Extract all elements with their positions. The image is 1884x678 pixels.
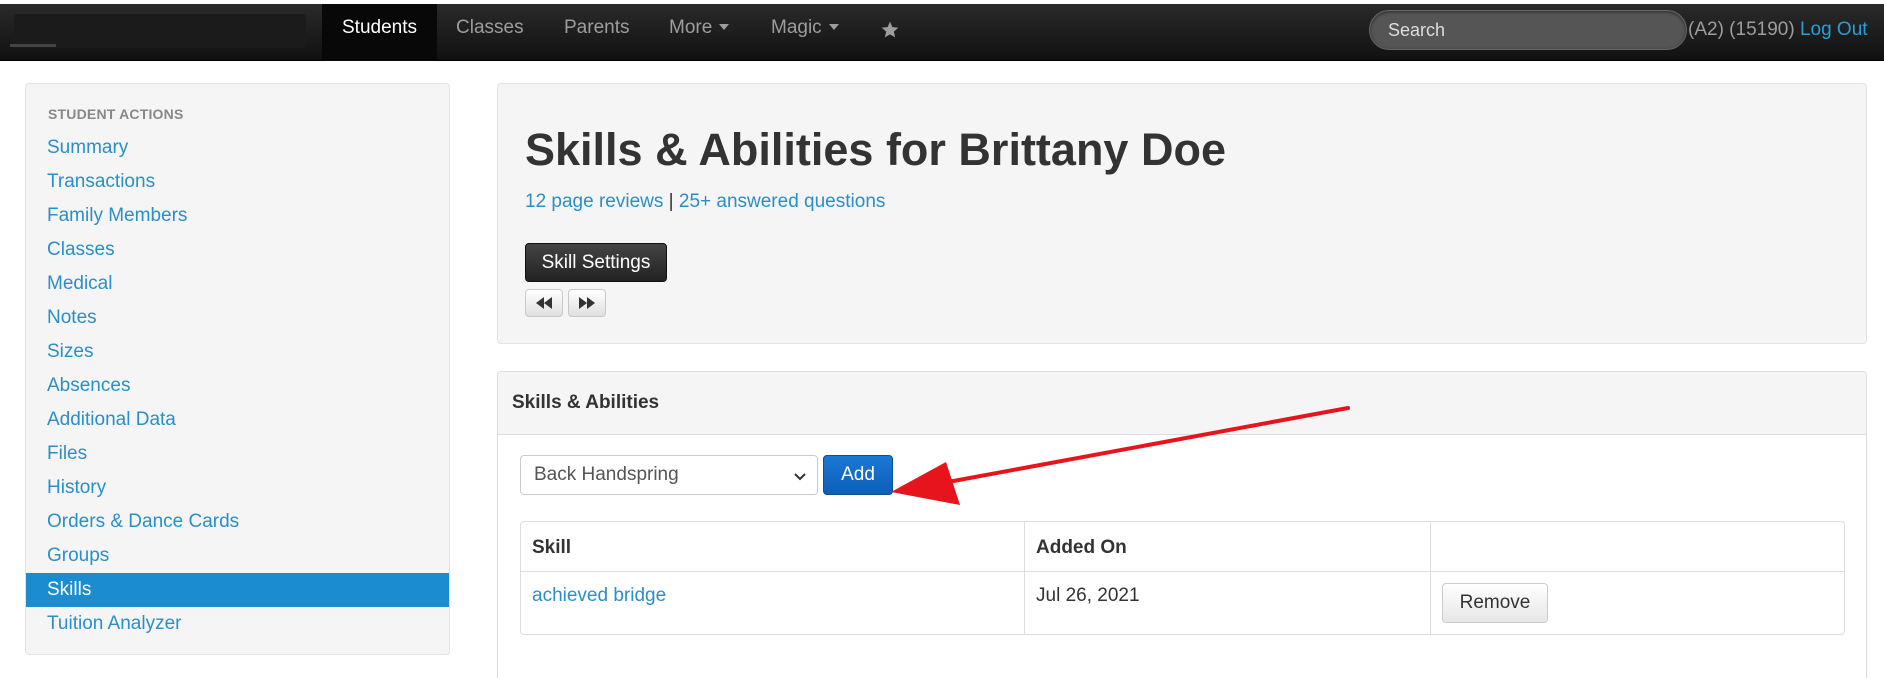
- previous-button[interactable]: [525, 289, 563, 317]
- added-on-date: Jul 26, 2021: [1036, 585, 1140, 606]
- sidebar-item-groups[interactable]: Groups: [26, 539, 449, 573]
- sidebar-item-history[interactable]: History: [26, 471, 449, 505]
- column-divider: [1430, 522, 1431, 634]
- nav-more-dropdown[interactable]: More: [649, 4, 749, 61]
- caret-down-icon: [719, 24, 730, 30]
- row-divider: [521, 571, 1844, 572]
- forward-icon: [579, 297, 595, 309]
- skill-select[interactable]: Back Handspring: [520, 455, 818, 495]
- student-actions-sidebar: STUDENT ACTIONS Summary Transactions Fam…: [25, 83, 450, 655]
- review-links: 12 page reviews | 25+ answered questions: [525, 191, 885, 213]
- page-header-well: Skills & Abilities for Brittany Doe 12 p…: [497, 83, 1867, 344]
- sidebar-item-tuition-analyzer[interactable]: Tuition Analyzer: [26, 607, 449, 641]
- sidebar-item-skills[interactable]: Skills: [26, 573, 449, 607]
- nav-parents[interactable]: Parents: [544, 4, 649, 61]
- skills-panel: Skills & Abilities Back Handspring Add S…: [497, 371, 1867, 678]
- sidebar-item-transactions[interactable]: Transactions: [26, 165, 449, 199]
- nav-magic-dropdown[interactable]: Magic: [751, 4, 859, 61]
- link-separator: |: [663, 191, 679, 212]
- next-button[interactable]: [568, 289, 606, 317]
- nav-students[interactable]: Students: [322, 4, 437, 61]
- sidebar-item-absences[interactable]: Absences: [26, 369, 449, 403]
- column-header-skill: Skill: [532, 537, 572, 558]
- star-icon[interactable]: [876, 4, 904, 56]
- chevron-down-icon: [794, 473, 806, 481]
- caret-down-icon: [828, 24, 839, 30]
- skills-table: Skill Added On achieved bridge Jul 26, 2…: [520, 521, 1845, 635]
- sidebar-item-notes[interactable]: Notes: [26, 301, 449, 335]
- sidebar-item-medical[interactable]: Medical: [26, 267, 449, 301]
- add-skill-button[interactable]: Add: [823, 455, 893, 495]
- answered-questions-link[interactable]: 25+ answered questions: [679, 191, 886, 212]
- sidebar-item-sizes[interactable]: Sizes: [26, 335, 449, 369]
- brand-logo[interactable]: [14, 14, 306, 48]
- remove-skill-button[interactable]: Remove: [1442, 583, 1548, 623]
- top-navbar: Students Classes Parents More Magic (A2)…: [0, 4, 1884, 61]
- column-divider: [1024, 522, 1025, 634]
- skill-link[interactable]: achieved bridge: [532, 585, 666, 607]
- sidebar-item-additional-data[interactable]: Additional Data: [26, 403, 449, 437]
- logout-link[interactable]: Log Out: [1800, 19, 1868, 40]
- user-info: (A2) (15190) Log Out: [1688, 19, 1868, 40]
- sidebar-item-family-members[interactable]: Family Members: [26, 199, 449, 233]
- search-input[interactable]: [1369, 10, 1687, 50]
- page-reviews-link[interactable]: 12 page reviews: [525, 191, 663, 212]
- sidebar-item-orders-dance-cards[interactable]: Orders & Dance Cards: [26, 505, 449, 539]
- brand-underline: [10, 44, 56, 47]
- sidebar-item-files[interactable]: Files: [26, 437, 449, 471]
- nav-classes[interactable]: Classes: [436, 4, 544, 61]
- skill-settings-button[interactable]: Skill Settings: [525, 243, 667, 282]
- panel-title: Skills & Abilities: [512, 392, 660, 413]
- column-header-added-on: Added On: [1036, 537, 1127, 558]
- sidebar-header: STUDENT ACTIONS: [48, 106, 184, 122]
- sidebar-item-summary[interactable]: Summary: [26, 131, 449, 165]
- annotation-arrow: [891, 406, 1350, 505]
- page-title: Skills & Abilities for Brittany Doe: [525, 124, 1226, 175]
- sidebar-item-classes[interactable]: Classes: [26, 233, 449, 267]
- skill-select-value: Back Handspring: [534, 464, 679, 485]
- backward-icon: [536, 297, 552, 309]
